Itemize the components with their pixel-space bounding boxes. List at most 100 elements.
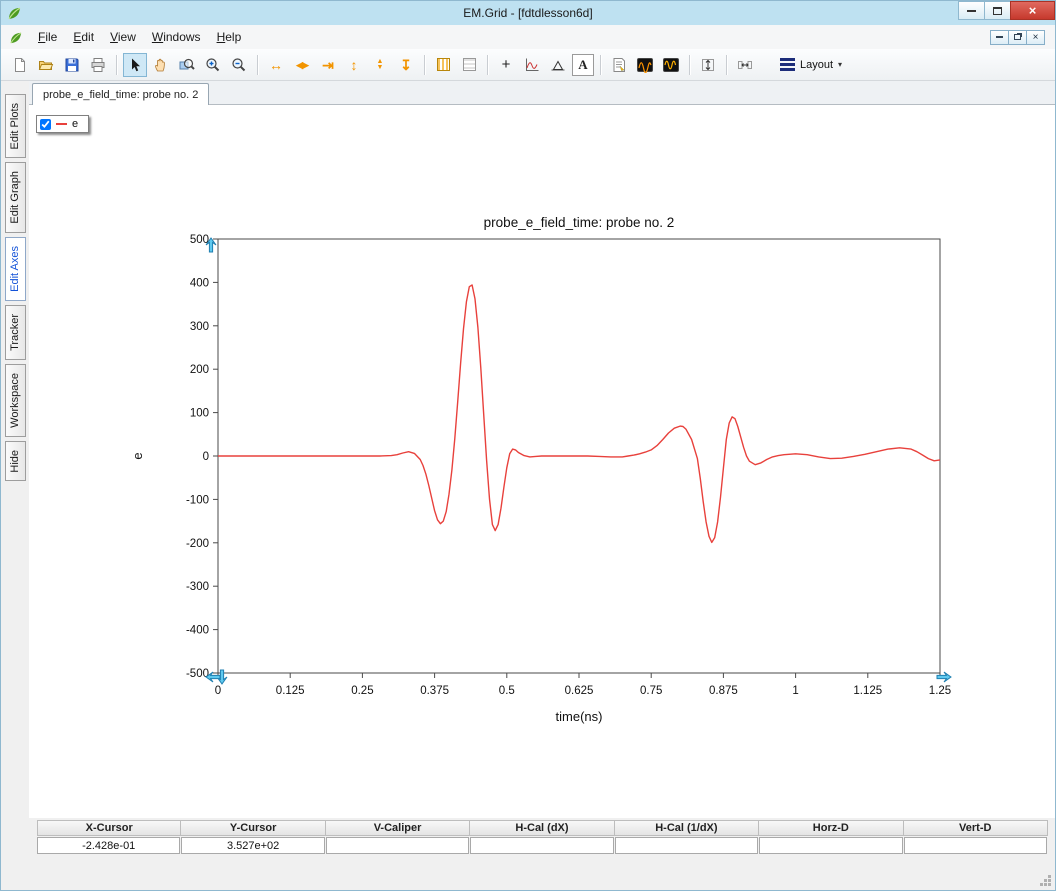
waveform-dark2-icon bbox=[663, 57, 679, 73]
menu-edit[interactable]: Edit bbox=[65, 27, 102, 47]
save-button[interactable] bbox=[60, 53, 84, 77]
table-columns-icon bbox=[437, 58, 450, 71]
toolbar-separator bbox=[424, 55, 425, 75]
open-folder-icon bbox=[38, 57, 54, 73]
status-value-vert-d bbox=[904, 837, 1047, 854]
toolbar-separator bbox=[487, 55, 488, 75]
select-cursor-icon bbox=[127, 57, 143, 73]
document-tab-bar: probe_e_field_time: probe no. 2 bbox=[29, 81, 1055, 105]
sidebar-item-tracker[interactable]: Tracker bbox=[5, 305, 26, 360]
new-file-button[interactable] bbox=[8, 53, 32, 77]
menu-view[interactable]: View bbox=[102, 27, 144, 47]
svg-text:100: 100 bbox=[190, 408, 209, 420]
text-annotation-button[interactable]: A bbox=[572, 54, 594, 76]
table-rows-icon bbox=[463, 58, 476, 71]
waveform-dark2-button[interactable] bbox=[659, 53, 683, 77]
expand-y-button[interactable]: ↕ bbox=[342, 53, 366, 77]
mdi-minimize-button[interactable] bbox=[990, 30, 1009, 45]
toolbar-separator bbox=[726, 55, 727, 75]
sidebar-item-hide[interactable]: Hide bbox=[5, 441, 26, 482]
expand-x-button[interactable]: ↔ bbox=[264, 53, 288, 77]
print-button[interactable] bbox=[86, 53, 110, 77]
minimize-icon bbox=[967, 10, 976, 12]
minimize-button[interactable] bbox=[958, 1, 985, 20]
tab-probe-e-field-time[interactable]: probe_e_field_time: probe no. 2 bbox=[32, 83, 209, 106]
mdi-minimize-icon bbox=[996, 36, 1003, 38]
svg-text:0.5: 0.5 bbox=[499, 685, 515, 697]
svg-text:0: 0 bbox=[203, 451, 209, 463]
table-rows-button[interactable] bbox=[457, 53, 481, 77]
status-column-y-cursor: Y-Cursor 3.527e+02 bbox=[181, 820, 325, 856]
toolbar-separator bbox=[116, 55, 117, 75]
notes-page-button[interactable] bbox=[607, 53, 631, 77]
bottom-strip bbox=[1, 856, 1055, 890]
legend-box: e bbox=[36, 115, 89, 133]
menu-file[interactable]: File bbox=[30, 27, 65, 47]
select-cursor-button[interactable] bbox=[123, 53, 147, 77]
status-column-v-caliper: V-Caliper bbox=[326, 820, 470, 856]
svg-text:0.375: 0.375 bbox=[420, 685, 449, 697]
axes-curve-button[interactable] bbox=[520, 53, 544, 77]
sidebar-item-edit-graph[interactable]: Edit Graph bbox=[5, 162, 26, 233]
y-axis-label: e bbox=[130, 452, 145, 459]
sidebar-item-workspace[interactable]: Workspace bbox=[5, 364, 26, 437]
svg-text:0.25: 0.25 bbox=[351, 685, 373, 697]
mdi-restore-icon bbox=[1014, 34, 1021, 40]
status-column-h-cal-1dx: H-Cal (1/dX) bbox=[615, 820, 759, 856]
zoom-out-button[interactable] bbox=[227, 53, 251, 77]
app-logo-icon bbox=[6, 5, 22, 21]
toolbar-separator bbox=[600, 55, 601, 75]
toolbar-separator bbox=[257, 55, 258, 75]
resize-grip[interactable] bbox=[1039, 874, 1052, 887]
layout-dropdown[interactable]: Layout ▾ bbox=[772, 53, 850, 77]
menu-help[interactable]: Help bbox=[209, 27, 250, 47]
svg-text:1.25: 1.25 bbox=[929, 685, 951, 697]
menu-windows[interactable]: Windows bbox=[144, 27, 209, 47]
waveform-dark-icon bbox=[637, 57, 653, 73]
mdi-close-icon: × bbox=[1033, 32, 1039, 43]
chevron-down-icon: ▾ bbox=[838, 60, 842, 69]
status-value-h-cal-1dx bbox=[615, 837, 758, 854]
svg-text:1: 1 bbox=[792, 685, 798, 697]
status-header: H-Cal (dX) bbox=[470, 820, 614, 836]
slope-marker-button[interactable] bbox=[546, 53, 570, 77]
shift-x-icon: ⇥ bbox=[322, 58, 334, 72]
mdi-close-button[interactable]: × bbox=[1026, 30, 1045, 45]
pan-button[interactable] bbox=[149, 53, 173, 77]
slope-marker-icon bbox=[550, 57, 566, 73]
shift-y-icon: ↧ bbox=[400, 58, 412, 72]
sidebar-item-edit-axes[interactable]: Edit Axes bbox=[5, 237, 26, 301]
crosshair-button[interactable]: + bbox=[494, 53, 518, 77]
plot-canvas: e 00.1250.250.3750.50.6250.750.87511.125… bbox=[29, 105, 1055, 818]
maximize-button[interactable] bbox=[984, 1, 1011, 20]
sidebar-item-edit-plots[interactable]: Edit Plots bbox=[5, 94, 26, 158]
fit-vertical-button[interactable] bbox=[696, 53, 720, 77]
sidebar: Edit Plots Edit Graph Edit Axes Tracker … bbox=[1, 81, 29, 818]
status-column-vert-d: Vert-D bbox=[904, 820, 1048, 856]
chart-title: probe_e_field_time: probe no. 2 bbox=[484, 215, 675, 230]
zoom-in-button[interactable] bbox=[201, 53, 225, 77]
mdi-restore-button[interactable] bbox=[1008, 30, 1027, 45]
expand-y-icon: ↕ bbox=[351, 58, 358, 72]
shift-y-button[interactable]: ↧ bbox=[394, 53, 418, 77]
split-y-button[interactable]: ▲▼ bbox=[368, 53, 392, 77]
table-columns-button[interactable] bbox=[431, 53, 455, 77]
svg-text:-500: -500 bbox=[186, 668, 209, 680]
close-button[interactable]: × bbox=[1010, 1, 1055, 20]
split-x-button[interactable]: ◀▶ bbox=[290, 53, 314, 77]
zoom-in-icon bbox=[205, 57, 221, 73]
series-e-line bbox=[218, 285, 940, 542]
status-value-h-cal-dx bbox=[470, 837, 613, 854]
shift-x-button[interactable]: ⇥ bbox=[316, 53, 340, 77]
svg-text:0.125: 0.125 bbox=[276, 685, 305, 697]
open-file-button[interactable] bbox=[34, 53, 58, 77]
waveform-dark-button[interactable] bbox=[633, 53, 657, 77]
text-label-icon: A bbox=[578, 57, 587, 72]
layout-icon bbox=[780, 58, 795, 71]
fit-horizontal-button[interactable] bbox=[733, 53, 757, 77]
toolbar: ↔ ◀▶ ⇥ ↕ ▲▼ ↧ + A Layout ▾ bbox=[1, 49, 1055, 81]
legend-checkbox[interactable] bbox=[40, 119, 51, 130]
svg-text:1.125: 1.125 bbox=[853, 685, 882, 697]
zoom-region-button[interactable] bbox=[175, 53, 199, 77]
tracker-status-bar: X-Cursor -2.428e-01 Y-Cursor 3.527e+02 V… bbox=[1, 818, 1055, 856]
